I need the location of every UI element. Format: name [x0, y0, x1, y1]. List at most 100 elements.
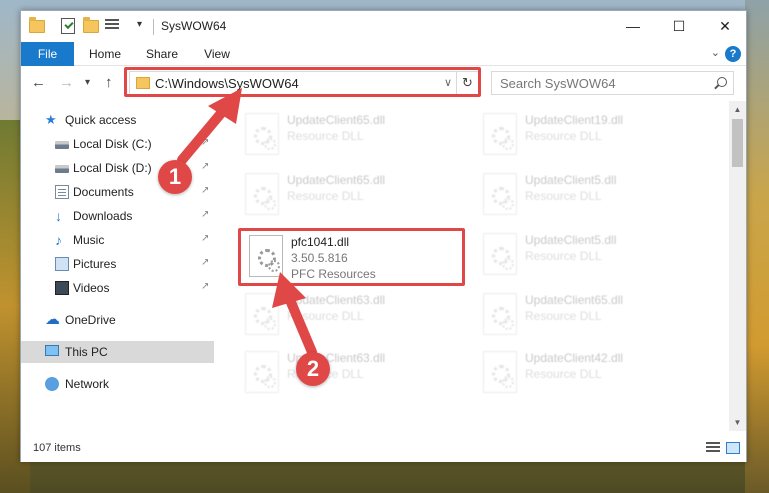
- sidebar-item-quick-access[interactable]: ★ Quick access: [21, 109, 214, 131]
- star-icon: ★: [45, 112, 57, 127]
- file-item[interactable]: UpdateClient65.dll Resource DLL: [475, 289, 705, 343]
- address-folder-icon: [136, 77, 150, 89]
- details-view-icon[interactable]: [706, 442, 720, 454]
- sidebar-item-network[interactable]: Network: [21, 373, 214, 395]
- up-arrow-icon[interactable]: ↑: [105, 74, 113, 91]
- file-item[interactable]: UpdateClient42.dll Resource DLL: [475, 347, 705, 401]
- sidebar-item-label: Downloads: [73, 209, 133, 223]
- file-type: Resource DLL: [525, 309, 602, 323]
- sidebar-item-onedrive[interactable]: ☁ OneDrive: [21, 309, 214, 331]
- scroll-down-arrow-icon[interactable]: ▼: [729, 414, 746, 431]
- tab-home[interactable]: Home: [81, 42, 129, 66]
- dll-file-icon: [245, 113, 279, 155]
- file-version: 3.50.5.816: [291, 251, 348, 265]
- properties-check-icon[interactable]: [61, 18, 77, 34]
- item-count: 107 items: [33, 442, 81, 454]
- title-separator: [153, 19, 154, 35]
- sidebar-item-downloads[interactable]: ↓ Downloads ↗: [21, 205, 214, 227]
- help-icon[interactable]: ?: [725, 46, 741, 62]
- pin-icon[interactable]: ↗: [201, 281, 209, 292]
- dll-file-icon: [245, 173, 279, 215]
- file-item[interactable]: UpdateClient5.dll Resource DLL: [475, 229, 705, 283]
- tab-share[interactable]: Share: [139, 42, 185, 66]
- music-note-icon: ♪: [55, 232, 62, 248]
- file-type: Resource DLL: [525, 189, 602, 203]
- download-arrow-icon: ↓: [55, 208, 62, 224]
- sidebar-item-label: Quick access: [65, 113, 137, 127]
- pin-icon[interactable]: ↗: [201, 185, 209, 196]
- videos-icon: [55, 281, 69, 295]
- file-name: UpdateClient5.dll: [525, 233, 617, 247]
- file-name: UpdateClient19.dll: [525, 113, 624, 127]
- file-item[interactable]: UpdateClient65.dll Resource DLL: [237, 169, 467, 223]
- pin-icon[interactable]: ↗: [201, 257, 209, 268]
- file-name: UpdateClient65.dll: [525, 293, 624, 307]
- sidebar-item-videos[interactable]: Videos ↗: [21, 277, 214, 299]
- large-icons-view-icon[interactable]: [726, 442, 740, 454]
- scroll-up-arrow-icon[interactable]: ▲: [729, 101, 746, 118]
- forward-arrow-icon[interactable]: →: [59, 74, 74, 91]
- quick-access-toolbar-dropdown[interactable]: ▾: [137, 19, 142, 30]
- pin-icon[interactable]: ↗: [201, 209, 209, 220]
- address-path[interactable]: C:\Windows\SysWOW64: [155, 76, 299, 91]
- sidebar-item-label: Local Disk (C:): [73, 137, 152, 151]
- address-bar[interactable]: C:\Windows\SysWOW64 ∨ ↻: [129, 71, 479, 95]
- dll-file-icon: [483, 173, 517, 215]
- dll-file-icon: [483, 113, 517, 155]
- dll-file-icon: [249, 235, 283, 277]
- step-2-callout: 2: [296, 352, 330, 386]
- dll-file-icon: [245, 351, 279, 393]
- close-button[interactable]: ✕: [702, 11, 748, 41]
- dll-file-icon: [483, 233, 517, 275]
- back-arrow-icon[interactable]: ←: [31, 74, 46, 91]
- address-dropdown-icon[interactable]: ∨: [444, 76, 452, 89]
- ribbon-tabs: File Home Share View ⌄ ?: [21, 42, 746, 66]
- sidebar-item-this-pc[interactable]: This PC: [21, 341, 214, 363]
- desktop-background-right: [745, 0, 769, 493]
- sidebar-item-label: OneDrive: [65, 313, 116, 327]
- scroll-thumb[interactable]: [732, 119, 743, 167]
- drive-icon: [55, 165, 69, 173]
- file-item-pfc1041[interactable]: pfc1041.dll 3.50.5.816 PFC Resources: [241, 231, 471, 285]
- tab-file[interactable]: File: [21, 42, 74, 66]
- file-item[interactable]: UpdateClient63.dll Resource DLL: [237, 347, 467, 401]
- file-name: UpdateClient42.dll: [525, 351, 624, 365]
- file-item[interactable]: UpdateClient63.dll Resource DLL: [237, 289, 467, 343]
- tab-view[interactable]: View: [195, 42, 239, 66]
- sidebar-item-local-disk-c[interactable]: Local Disk (C:) ↗: [21, 133, 214, 155]
- folder-icon: [29, 17, 45, 34]
- properties-list-icon[interactable]: [105, 18, 121, 34]
- recent-locations-dropdown-icon[interactable]: ▾: [85, 77, 90, 88]
- pin-icon[interactable]: ↗: [201, 137, 209, 148]
- search-input[interactable]: [492, 72, 712, 94]
- file-item[interactable]: UpdateClient5.dll Resource DLL: [475, 169, 705, 223]
- minimize-button[interactable]: —: [610, 11, 656, 41]
- dll-file-icon: [245, 293, 279, 335]
- sidebar-item-label: Documents: [73, 185, 134, 199]
- navigation-pane: ★ Quick access Local Disk (C:) ↗ Local D…: [21, 101, 216, 431]
- sidebar-item-music[interactable]: ♪ Music ↗: [21, 229, 214, 251]
- vertical-scrollbar[interactable]: ▲ ▼: [729, 101, 746, 431]
- step-1-callout: 1: [158, 160, 192, 194]
- file-item[interactable]: UpdateClient65.dll Resource DLL: [237, 109, 467, 163]
- file-name: pfc1041.dll: [291, 235, 350, 249]
- search-icon[interactable]: [717, 77, 727, 87]
- search-box[interactable]: [491, 71, 734, 95]
- file-item[interactable]: UpdateClient19.dll Resource DLL: [475, 109, 705, 163]
- dll-file-icon: [483, 293, 517, 335]
- pin-icon[interactable]: ↗: [201, 233, 209, 244]
- documents-icon: [55, 185, 69, 199]
- file-type: Resource DLL: [287, 189, 364, 203]
- expand-ribbon-chevron-icon[interactable]: ⌄: [711, 46, 720, 59]
- maximize-button[interactable]: ☐: [656, 11, 702, 41]
- drive-icon: [55, 141, 69, 149]
- file-name: UpdateClient5.dll: [525, 173, 617, 187]
- pin-icon[interactable]: ↗: [201, 161, 209, 172]
- network-icon: [45, 377, 59, 391]
- file-list: UpdateClient65.dll Resource DLL UpdateCl…: [217, 101, 729, 431]
- sidebar-item-label: Music: [73, 233, 105, 247]
- sidebar-item-pictures[interactable]: Pictures ↗: [21, 253, 214, 275]
- refresh-icon[interactable]: ↻: [456, 72, 478, 94]
- file-type: Resource DLL: [525, 367, 602, 381]
- new-folder-icon[interactable]: [83, 17, 99, 34]
